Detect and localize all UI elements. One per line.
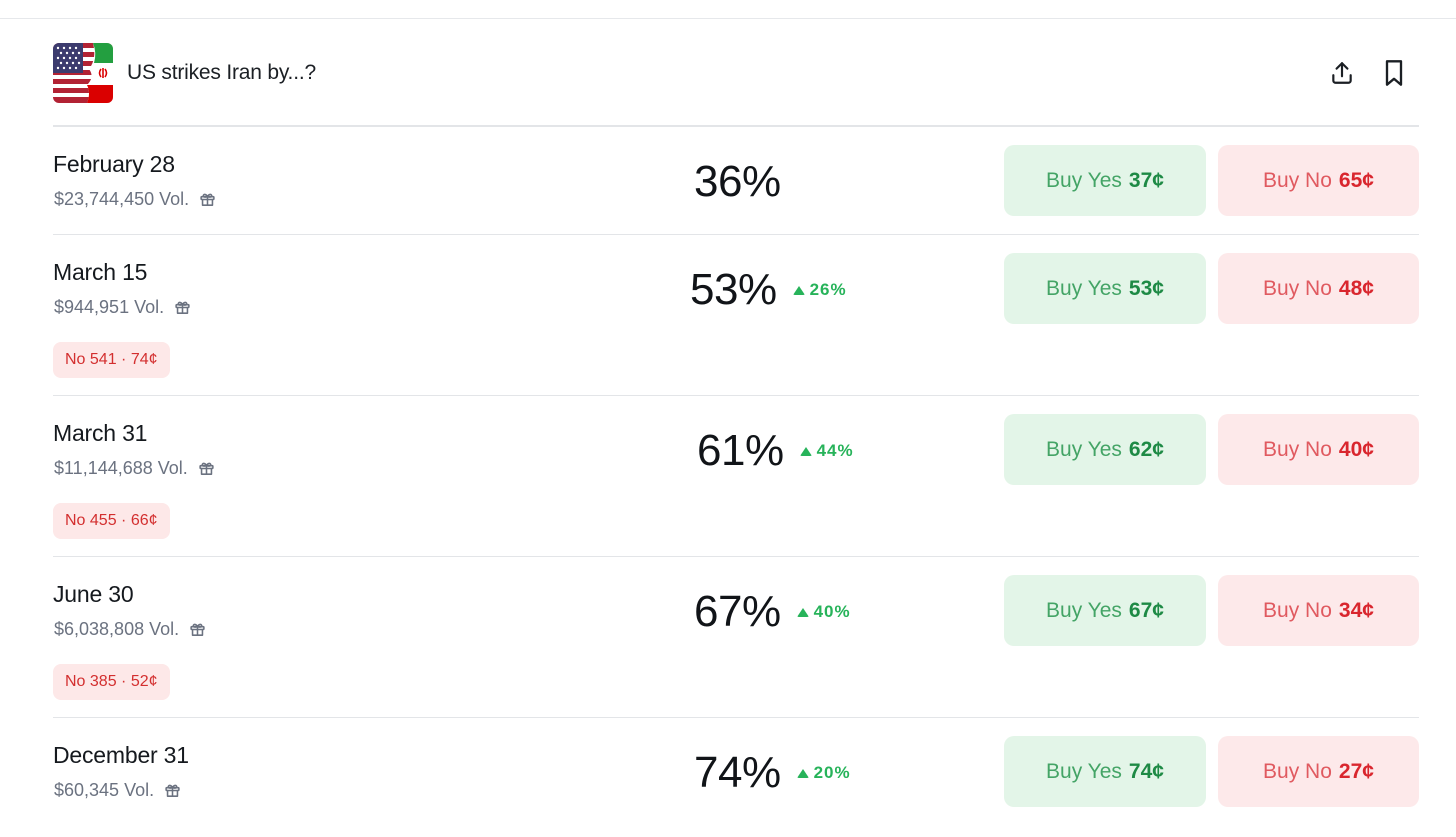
buy-no-button[interactable]: Buy No 65¢: [1218, 145, 1419, 216]
outcome-volume: $23,744,450 Vol.: [54, 189, 216, 210]
buy-no-label: Buy No: [1263, 598, 1332, 622]
buy-no-button[interactable]: Buy No 40¢: [1218, 414, 1419, 485]
change-value: 44%: [816, 441, 854, 460]
buy-no-label: Buy No: [1263, 759, 1332, 783]
outcome-row: March 31 $11,144,688 Vol. No 455 · 66¢ 6…: [53, 396, 1419, 557]
buy-yes-label: Buy Yes: [1046, 276, 1122, 300]
share-icon[interactable]: [1327, 58, 1357, 88]
gift-icon[interactable]: [189, 621, 206, 638]
outcome-row: June 30 $6,038,808 Vol. No 385 · 52¢ 67%…: [53, 557, 1419, 718]
top-divider: [0, 18, 1456, 19]
outcome-list: February 28 $23,744,450 Vol. 36% Buy Yes…: [53, 127, 1419, 826]
change-value: 40%: [813, 602, 851, 621]
volume-text: $23,744,450 Vol.: [54, 189, 190, 209]
outcome-row: March 15 $944,951 Vol. No 541 · 74¢ 53% …: [53, 235, 1419, 396]
probability-value: 53%: [690, 265, 777, 314]
buy-no-price: 34¢: [1338, 598, 1374, 622]
change-value: 26%: [809, 280, 847, 299]
probability-change: 26%: [792, 280, 847, 300]
outcome-volume: $944,951 Vol.: [54, 297, 191, 318]
buy-yes-button[interactable]: Buy Yes 67¢: [1004, 575, 1206, 646]
bookmark-icon[interactable]: [1379, 58, 1409, 88]
buy-no-label: Buy No: [1263, 437, 1332, 461]
buy-yes-label: Buy Yes: [1046, 598, 1122, 622]
market-title: US strikes Iran by...?: [127, 61, 316, 84]
buy-yes-label: Buy Yes: [1046, 437, 1122, 461]
volume-text: $11,144,688 Vol.: [54, 458, 188, 478]
buy-yes-price: 74¢: [1128, 759, 1164, 783]
buy-yes-button[interactable]: Buy Yes 37¢: [1004, 145, 1206, 216]
outcome-date[interactable]: February 28: [53, 151, 175, 178]
probability-group: 36%: [694, 157, 781, 207]
outcome-date[interactable]: March 15: [53, 259, 147, 286]
buy-yes-button[interactable]: Buy Yes 74¢: [1004, 736, 1206, 807]
header-actions: [1327, 58, 1409, 88]
buy-no-button[interactable]: Buy No 48¢: [1218, 253, 1419, 324]
buy-no-button[interactable]: Buy No 34¢: [1218, 575, 1419, 646]
arrow-up-icon: [799, 446, 812, 456]
probability-group: 74% 20%: [694, 748, 851, 798]
position-badge[interactable]: No 455 · 66¢: [53, 503, 170, 539]
position-badge[interactable]: No 541 · 74¢: [53, 342, 170, 378]
probability-group: 53% 26%: [690, 265, 847, 315]
outcome-volume: $60,345 Vol.: [54, 780, 181, 801]
outcome-volume: $11,144,688 Vol.: [54, 458, 215, 479]
gift-icon[interactable]: [199, 191, 216, 208]
volume-text: $944,951 Vol.: [54, 297, 165, 317]
buy-no-button[interactable]: Buy No 27¢: [1218, 736, 1419, 807]
buy-no-price: 48¢: [1338, 276, 1374, 300]
probability-group: 61% 44%: [697, 426, 854, 476]
buy-no-label: Buy No: [1263, 276, 1332, 300]
arrow-up-icon: [796, 607, 809, 617]
buy-yes-price: 53¢: [1128, 276, 1164, 300]
volume-text: $6,038,808 Vol.: [54, 619, 180, 639]
buy-no-price: 27¢: [1338, 759, 1374, 783]
probability-change: 44%: [799, 441, 854, 461]
buy-yes-button[interactable]: Buy Yes 62¢: [1004, 414, 1206, 485]
buy-yes-label: Buy Yes: [1046, 759, 1122, 783]
outcome-date[interactable]: June 30: [53, 581, 134, 608]
probability-value: 74%: [694, 748, 781, 797]
volume-text: $60,345 Vol.: [54, 780, 155, 800]
gift-icon[interactable]: [174, 299, 191, 316]
gift-icon[interactable]: [198, 460, 215, 477]
arrow-up-icon: [792, 285, 805, 295]
probability-group: 67% 40%: [694, 587, 851, 637]
outcome-date[interactable]: December 31: [53, 742, 189, 769]
change-value: 20%: [813, 763, 851, 782]
buy-no-price: 65¢: [1338, 168, 1374, 192]
buy-yes-button[interactable]: Buy Yes 53¢: [1004, 253, 1206, 324]
outcome-row: February 28 $23,744,450 Vol. 36% Buy Yes…: [53, 127, 1419, 235]
buy-yes-price: 67¢: [1128, 598, 1164, 622]
outcome-volume: $6,038,808 Vol.: [54, 619, 206, 640]
us-iran-flag-icon: [53, 43, 113, 103]
gift-icon[interactable]: [164, 782, 181, 799]
buy-yes-label: Buy Yes: [1046, 168, 1122, 192]
outcome-date[interactable]: March 31: [53, 420, 147, 447]
probability-value: 61%: [697, 426, 784, 475]
probability-change: 20%: [796, 763, 851, 783]
market-header: US strikes Iran by...?: [53, 43, 1419, 103]
probability-value: 36%: [694, 157, 781, 206]
buy-no-price: 40¢: [1338, 437, 1374, 461]
position-badge[interactable]: No 385 · 52¢: [53, 664, 170, 700]
buy-yes-price: 37¢: [1128, 168, 1164, 192]
probability-change: 40%: [796, 602, 851, 622]
buy-yes-price: 62¢: [1128, 437, 1164, 461]
outcome-row: December 31 $60,345 Vol. 74% 20% Buy Yes…: [53, 718, 1419, 826]
buy-no-label: Buy No: [1263, 168, 1332, 192]
arrow-up-icon: [796, 768, 809, 778]
probability-value: 67%: [694, 587, 781, 636]
